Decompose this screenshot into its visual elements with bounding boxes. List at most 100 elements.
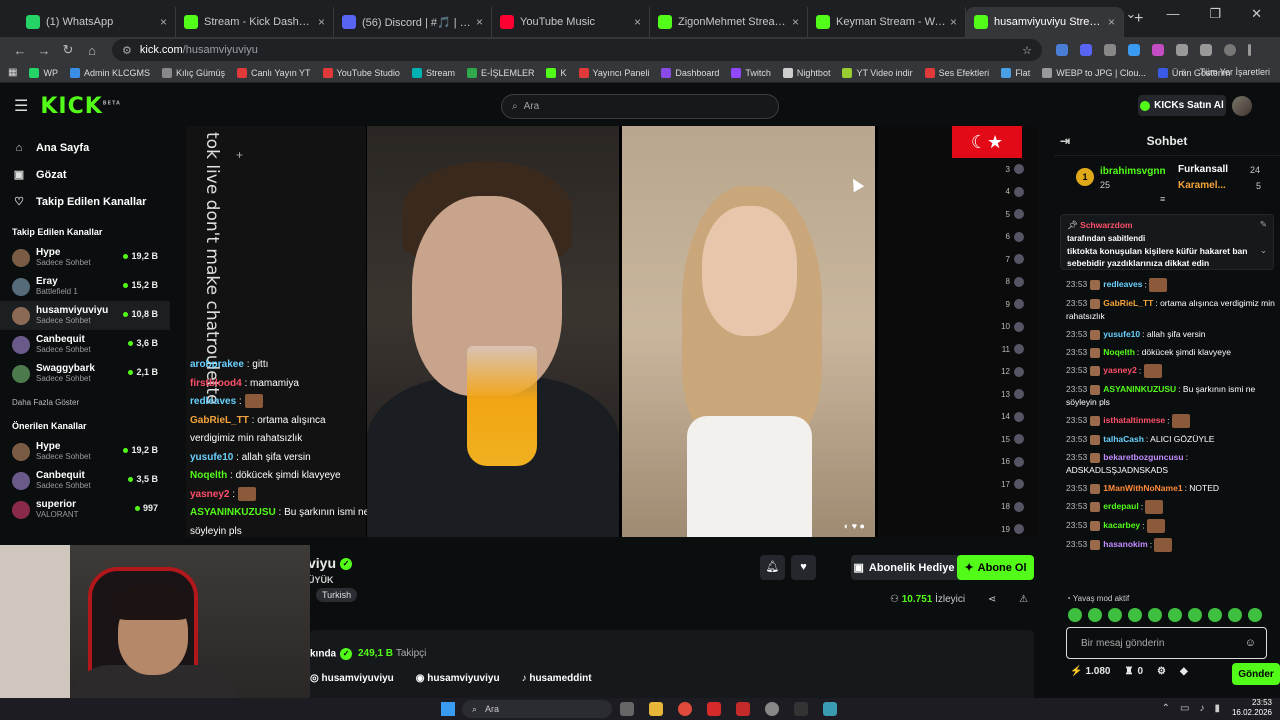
bookmark-item[interactable]: Flat <box>1001 67 1030 78</box>
file-explorer-icon[interactable] <box>649 702 663 716</box>
close-icon[interactable]: ✕ <box>1251 6 1262 22</box>
social-link-tiktok[interactable]: ♪ husameddint <box>522 673 592 684</box>
chevron-down-icon[interactable]: ⌄ <box>1260 245 1267 256</box>
chat-username[interactable]: yasney2 <box>1103 365 1137 375</box>
hamburger-menu-icon[interactable]: ☰ <box>14 96 28 116</box>
battery-icon[interactable]: ▮ <box>1214 703 1220 714</box>
forward-icon[interactable]: → <box>32 43 56 58</box>
browser-tab[interactable]: (1) WhatsApp × <box>18 7 176 37</box>
emote-icon[interactable] <box>1108 608 1122 622</box>
browser-tab[interactable]: ZigonMehmet Stream - Watch × <box>650 7 808 37</box>
subscribe-button[interactable]: ✦ Abone Ol <box>957 555 1034 580</box>
emote-icon[interactable] <box>1148 608 1162 622</box>
sidebar-nav-item[interactable]: ▣ Gözat <box>0 161 170 188</box>
tp-icon[interactable] <box>794 702 808 716</box>
chevron-down-icon[interactable]: ⌄ <box>1126 6 1137 22</box>
gifter-name[interactable]: ibrahimsvgnn <box>1100 166 1166 177</box>
tab-close-icon[interactable]: × <box>950 15 957 29</box>
task-view-icon[interactable] <box>620 702 634 716</box>
sidebar-channel-item[interactable]: superior VALORANT 997 <box>0 495 170 524</box>
video-player[interactable]: tok live don't make chatroulette + arobp… <box>186 126 1038 537</box>
bookmark-item[interactable]: Twitch <box>731 67 771 78</box>
bookmark-item[interactable]: Ses Efektleri <box>924 67 989 78</box>
profile-icon[interactable] <box>1224 44 1236 56</box>
chevron-up-icon[interactable]: ⌃ <box>1162 703 1170 714</box>
browser-tab[interactable]: husamviyuviyu Stream - W × <box>966 7 1124 37</box>
language-tag[interactable]: Turkish <box>316 588 358 602</box>
emote-icon[interactable] <box>1208 608 1222 622</box>
report-icon[interactable]: ⚠ <box>1019 594 1028 605</box>
star-icon[interactable]: ☆ <box>1022 44 1032 57</box>
bookmark-item[interactable]: K <box>546 67 567 78</box>
chat-username[interactable]: GabRieL_TT <box>1103 298 1153 308</box>
bookmark-item[interactable]: Yayıncı Paneli <box>578 67 649 78</box>
social-link-instagram[interactable]: ◎ husamviyuviyu <box>310 673 394 684</box>
network-icon[interactable]: ▭ <box>1180 703 1189 714</box>
pinned-user[interactable]: Schwarzdom <box>1080 220 1132 230</box>
browser-tab[interactable]: (56) Discord | #🎵 | gelen-gide × <box>334 7 492 37</box>
bookmark-item[interactable]: Dashboard <box>661 67 719 78</box>
notification-bell-button[interactable]: 🔔︎ <box>760 555 785 580</box>
clock[interactable]: 23:53 16.02.2026 <box>1232 698 1272 718</box>
chrome-icon[interactable] <box>678 702 692 716</box>
chat-username[interactable]: talhaCash <box>1103 434 1144 444</box>
sidebar-channel-item[interactable]: Swaggybark Sadece Sohbet 2,1 B <box>0 359 170 388</box>
expand-icon[interactable]: ≡ <box>1160 194 1165 204</box>
home-icon[interactable]: ⌂ <box>80 43 104 58</box>
app-icon[interactable] <box>707 702 721 716</box>
points-value[interactable]: 1.080 <box>1085 666 1110 677</box>
steam-icon[interactable] <box>765 702 779 716</box>
record-icon[interactable] <box>736 702 750 716</box>
chat-username[interactable]: Noqelth <box>1103 347 1135 357</box>
browser-tab[interactable]: Stream - Kick Dashboard × <box>176 7 334 37</box>
extension-icon[interactable] <box>1080 44 1092 56</box>
all-bookmarks[interactable]: Tüm Yer İşaretleri <box>1199 67 1270 77</box>
bookmark-item[interactable]: Nightbot <box>782 67 830 78</box>
bookmark-item[interactable]: Admin KLCGMS <box>69 67 150 78</box>
sidebar-channel-item[interactable]: Eray Battlefield 1 15,2 B <box>0 272 170 301</box>
taskbar-search[interactable]: ⌕ Ara <box>462 700 612 718</box>
reload-icon[interactable]: ↻ <box>56 42 80 58</box>
menu-dots-icon[interactable] <box>1248 44 1251 56</box>
buy-kicks-button[interactable]: KICKs Satın Al <box>1138 95 1226 116</box>
chat-username[interactable]: redleaves <box>1103 279 1142 289</box>
tab-close-icon[interactable]: × <box>1108 15 1115 29</box>
browser-tab[interactable]: Keyman Stream - Watch Live o × <box>808 7 966 37</box>
bookmark-item[interactable]: WEBP to JPG | Clou... <box>1042 67 1146 78</box>
translate-icon[interactable] <box>1056 44 1068 56</box>
share-icon[interactable]: ⋖ <box>988 594 996 605</box>
emote-icon[interactable] <box>1128 608 1142 622</box>
emote-icon[interactable] <box>1248 608 1262 622</box>
emote-icon[interactable] <box>1188 608 1202 622</box>
kick-logo[interactable]: KICKBETA <box>40 94 121 119</box>
chat-username[interactable]: bekaretbozguncusu <box>1103 452 1183 462</box>
emote-icon[interactable] <box>1088 608 1102 622</box>
follow-heart-button[interactable]: ♥ <box>791 555 816 580</box>
tab-close-icon[interactable]: × <box>792 15 799 29</box>
camera-icon[interactable] <box>1104 44 1116 56</box>
sidebar-nav-item[interactable]: ♡ Takip Edilen Kanallar <box>0 188 170 215</box>
sidebar-channel-item[interactable]: husamviyuviyu Sadece Sohbet 10,8 B <box>0 301 170 330</box>
bookmark-item[interactable]: Canlı Yayın YT <box>237 67 311 78</box>
social-link-discord[interactable]: ◉ husamviyuviyu <box>416 673 500 684</box>
trophy-icon[interactable]: ♜ <box>1124 666 1133 677</box>
download-icon[interactable] <box>1128 44 1140 56</box>
tab-close-icon[interactable]: × <box>160 15 167 29</box>
site-info-icon[interactable]: ⚙ <box>122 44 132 57</box>
emote-icon[interactable] <box>1168 608 1182 622</box>
windows-start-icon[interactable] <box>441 702 455 716</box>
sidebar-channel-item[interactable]: Hype Sadece Sohbet 19,2 B <box>0 243 170 272</box>
send-button[interactable]: Gönder <box>1232 663 1280 685</box>
bookmark-item[interactable]: WP <box>29 67 58 78</box>
emote-icon[interactable] <box>1068 608 1082 622</box>
bookmark-item[interactable]: YT Video indir <box>842 67 913 78</box>
show-more-link[interactable]: Daha Fazla Göster <box>0 388 170 409</box>
bookmark-item[interactable]: Kılıç Gümüş <box>161 67 225 78</box>
emoji-icon[interactable]: ☺ <box>1245 637 1256 649</box>
sidebar-channel-item[interactable]: Hype Sadece Sohbet 19,2 B <box>0 437 170 466</box>
chat-username[interactable]: isthataltinmese <box>1103 415 1165 425</box>
bookmark-item[interactable]: E-İŞLEMLER <box>466 67 534 78</box>
chat-username[interactable]: yusufe10 <box>1103 329 1140 339</box>
gifter-name[interactable]: Karamel... <box>1178 180 1226 191</box>
apps-grid-icon[interactable]: ▦ <box>8 67 17 78</box>
